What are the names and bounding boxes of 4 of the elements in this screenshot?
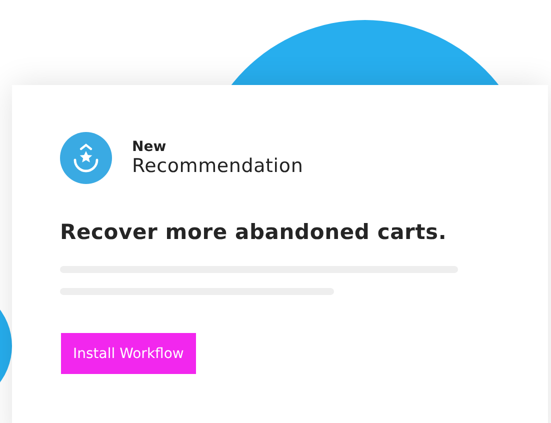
headline: Recover more abandoned carts. (60, 220, 448, 244)
card-title: Recommendation (132, 155, 304, 177)
install-workflow-button[interactable]: Install Workflow (61, 333, 196, 374)
badge-label: New (132, 139, 168, 155)
